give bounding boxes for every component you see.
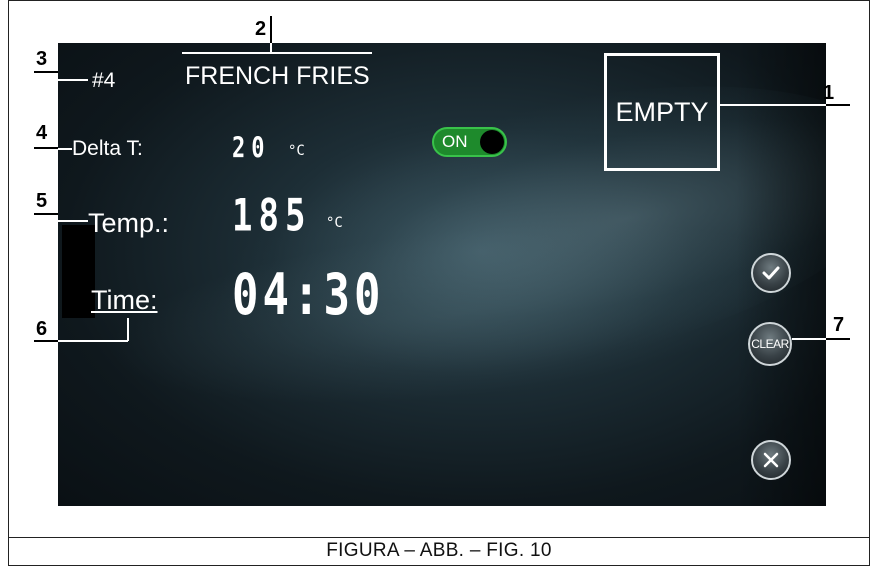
callout-3-leader xyxy=(58,79,88,81)
background-wave-lower xyxy=(70,183,826,443)
caption-divider xyxy=(8,537,870,538)
callout-2-leader-v xyxy=(270,43,272,53)
callout-5: 5 xyxy=(36,190,48,212)
delta-t-toggle[interactable]: ON xyxy=(432,127,507,157)
clear-label: CLEAR xyxy=(751,337,789,351)
recipe-name[interactable]: FRENCH FRIES xyxy=(185,62,370,91)
cancel-button[interactable] xyxy=(751,440,791,480)
callout-2-leader xyxy=(182,52,372,54)
time-value[interactable]: 04:30 xyxy=(232,262,384,328)
check-icon xyxy=(762,266,780,280)
callout-6: 6 xyxy=(36,318,48,340)
callout-1-leader xyxy=(720,104,826,106)
callout-2: 2 xyxy=(255,18,267,40)
callout-7: 7 xyxy=(833,314,845,336)
callout-5-line xyxy=(34,213,58,215)
callout-2-line xyxy=(270,16,272,44)
figure-caption: FIGURA – ABB. – FIG. 10 xyxy=(326,540,552,561)
callout-3-line xyxy=(34,71,58,73)
clear-button[interactable]: CLEAR xyxy=(748,322,792,366)
callout-7-leader xyxy=(792,338,826,340)
callout-6-leader-v xyxy=(127,318,129,341)
delta-t-unit: °C xyxy=(288,143,305,159)
basket-status-label: EMPTY xyxy=(615,96,709,127)
time-label: Time: xyxy=(91,285,158,315)
recipe-number: #4 xyxy=(92,69,116,92)
callout-3: 3 xyxy=(36,48,48,70)
callout-4-line xyxy=(34,147,58,149)
delta-t-value[interactable]: 20 xyxy=(232,133,271,166)
toggle-knob xyxy=(480,130,504,154)
toggle-label: ON xyxy=(442,132,468,151)
callout-1-line xyxy=(826,104,850,106)
basket-status-box[interactable]: EMPTY xyxy=(604,53,720,171)
callout-6-line xyxy=(34,340,58,342)
temperature-label: Temp.: xyxy=(88,208,170,238)
callout-5-leader xyxy=(58,220,88,222)
temperature-value[interactable]: 185 xyxy=(232,190,311,242)
temperature-unit: °C xyxy=(326,215,343,231)
confirm-button[interactable] xyxy=(751,253,791,293)
callout-4: 4 xyxy=(36,122,48,144)
callout-7-line xyxy=(826,338,850,340)
callout-1: 1 xyxy=(823,82,835,104)
delta-t-label: Delta T: xyxy=(72,137,143,160)
callout-6-leader-h xyxy=(58,340,128,342)
callout-4-leader xyxy=(58,148,72,150)
close-icon xyxy=(763,452,779,468)
